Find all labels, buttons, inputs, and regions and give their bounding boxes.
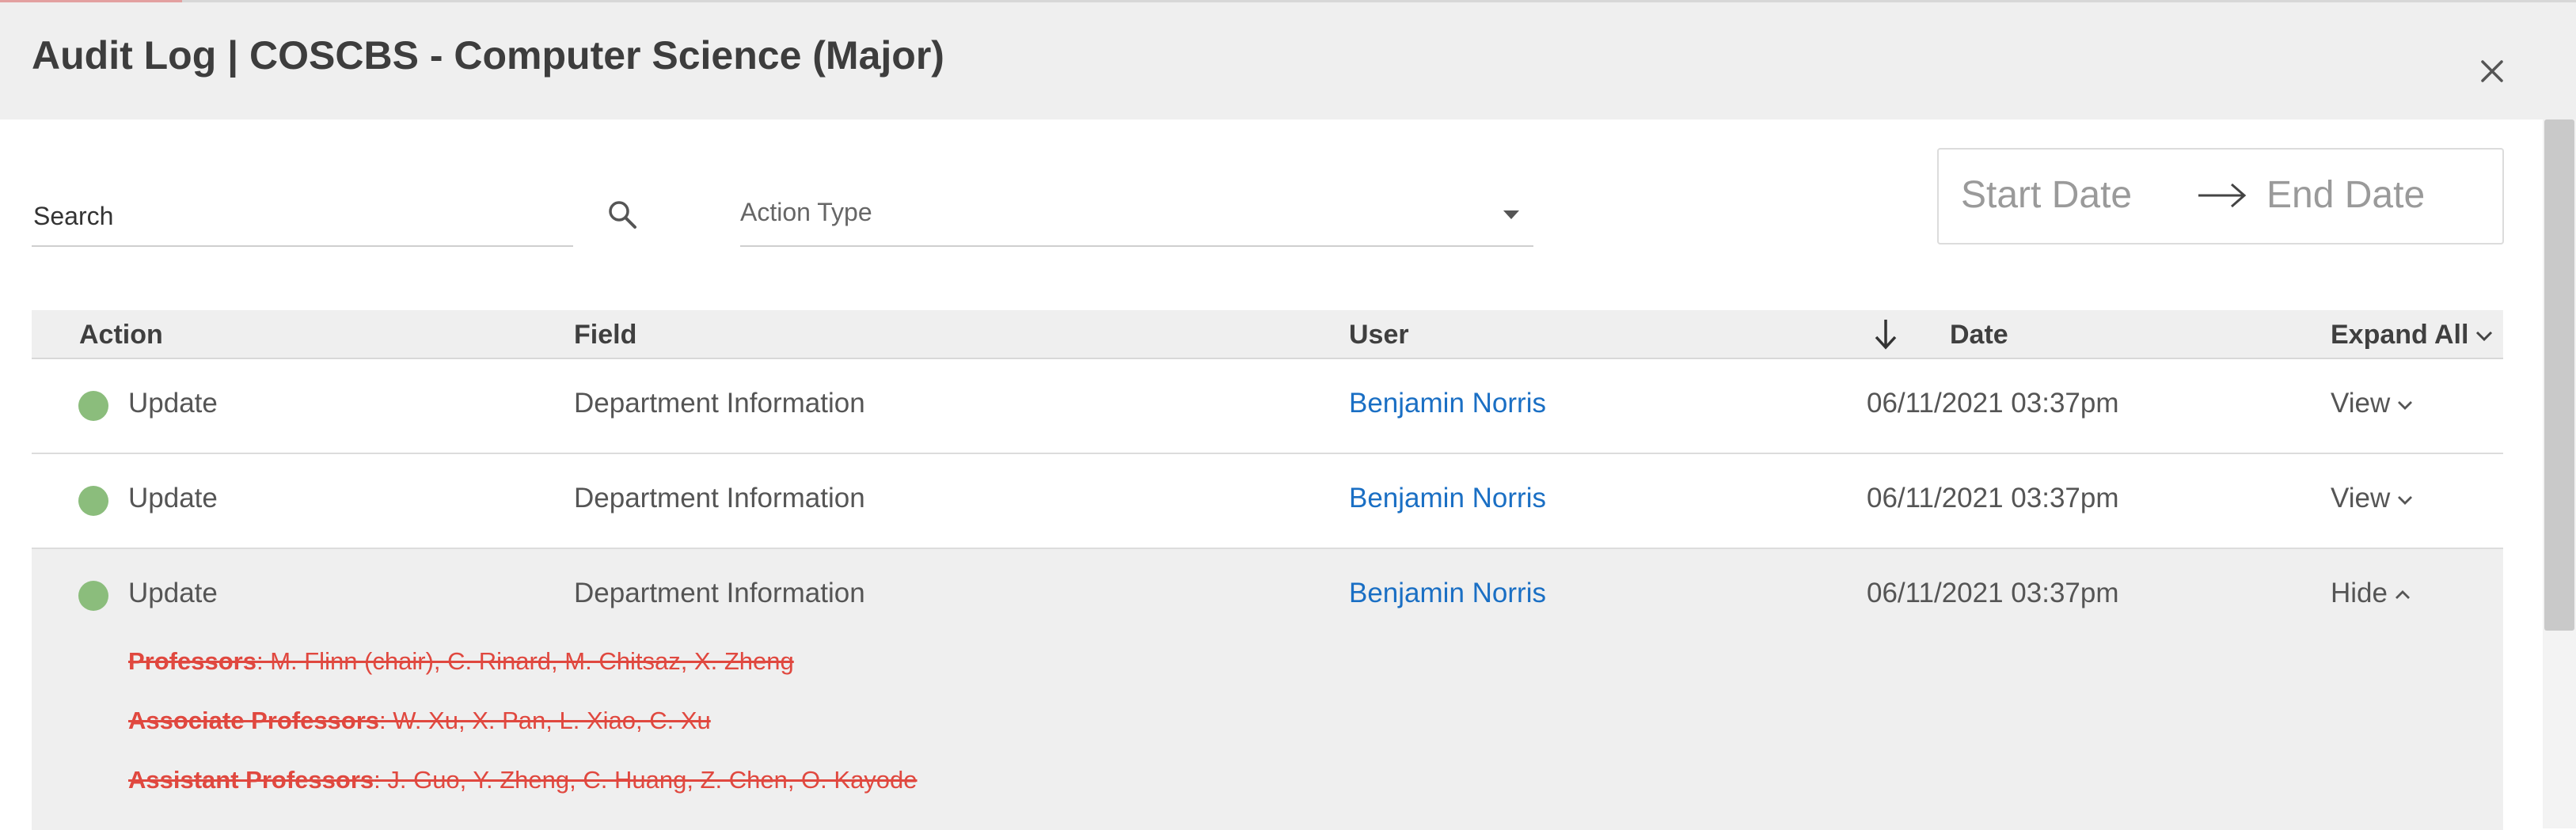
table-row: Update Department Information Benjamin N… [32, 359, 2503, 454]
expand-all-label: Expand All [2331, 320, 2469, 350]
change-value: : J. Guo, Y. Zheng, C. Huang, Z. Chen, O… [374, 766, 918, 794]
row-toggle-label: View [2331, 483, 2391, 514]
row-date: 06/11/2021 03:37pm [1867, 578, 2119, 608]
column-header-date[interactable]: Date [1950, 320, 2008, 351]
action-type-label: Action Type [740, 198, 872, 226]
search-field [32, 182, 573, 247]
end-date-input[interactable]: End Date [2266, 173, 2425, 217]
row-toggle-label: View [2331, 388, 2391, 419]
search-input[interactable] [32, 191, 510, 241]
table-header: Action Field User Date Expand All [32, 310, 2503, 359]
date-range-picker: Start Date End Date [1937, 148, 2504, 244]
scrollbar-thumb[interactable] [2544, 119, 2574, 631]
change-entry: Associate Professors: W. Xu, X. Pan, L. … [128, 707, 711, 735]
modal-title: Audit Log | COSCBS - Computer Science (M… [32, 33, 944, 78]
chevron-down-icon [2398, 400, 2413, 410]
table-row: Update Department Information Benjamin N… [32, 454, 2503, 549]
close-button[interactable] [2473, 52, 2511, 90]
row-date: 06/11/2021 03:37pm [1867, 483, 2119, 514]
status-dot [78, 581, 108, 611]
sort-date-button[interactable] [1870, 316, 1902, 351]
row-date: 06/11/2021 03:37pm [1867, 388, 2119, 419]
table-row-expanded: Update Department Information Benjamin N… [32, 549, 2503, 830]
chevron-down-icon [2398, 495, 2413, 505]
row-user-link[interactable]: Benjamin Norris [1349, 578, 1546, 609]
row-user-link[interactable]: Benjamin Norris [1349, 483, 1546, 514]
row-view-button[interactable]: View [2331, 483, 2414, 514]
close-icon [2481, 60, 2503, 82]
change-label: Associate Professors [128, 707, 380, 734]
change-entry: Assistant Professors: J. Guo, Y. Zheng, … [128, 766, 918, 794]
arrow-right-icon [2198, 183, 2247, 208]
row-user-link[interactable]: Benjamin Norris [1349, 388, 1546, 419]
row-toggle-label: Hide [2331, 578, 2388, 608]
change-value: : W. Xu, X. Pan, L. Xiao, C. Xu [379, 707, 711, 734]
change-label: Professors [128, 647, 256, 675]
row-field: Department Information [574, 483, 865, 514]
row-view-button[interactable]: View [2331, 388, 2414, 419]
modal-header: Audit Log | COSCBS - Computer Science (M… [0, 2, 2576, 119]
caret-down-icon [1503, 210, 1519, 219]
search-icon [609, 201, 636, 229]
action-type-select[interactable]: Action Type [740, 182, 1533, 247]
column-header-field: Field [574, 320, 637, 350]
status-dot [78, 486, 108, 516]
expand-all-button[interactable]: Expand All [2331, 320, 2494, 351]
change-label: Assistant Professors [128, 766, 374, 794]
row-action: Update [128, 578, 218, 608]
start-date-input[interactable]: Start Date [1961, 173, 2132, 217]
column-header-action: Action [79, 320, 163, 350]
row-action: Update [128, 483, 218, 514]
sort-down-icon [1875, 320, 1897, 350]
change-value: : M. Flinn (chair), C. Rinard, M. Chitsa… [256, 647, 794, 675]
row-field: Department Information [574, 388, 865, 419]
change-entry: Professors: M. Flinn (chair), C. Rinard,… [128, 647, 794, 676]
row-hide-button[interactable]: Hide [2331, 578, 2411, 609]
column-header-user: User [1349, 320, 1409, 350]
search-button[interactable] [605, 197, 640, 232]
row-field: Department Information [574, 578, 865, 608]
row-action: Update [128, 388, 218, 419]
status-dot [78, 391, 108, 421]
chevron-down-icon [2476, 331, 2493, 342]
chevron-up-icon [2395, 589, 2410, 599]
